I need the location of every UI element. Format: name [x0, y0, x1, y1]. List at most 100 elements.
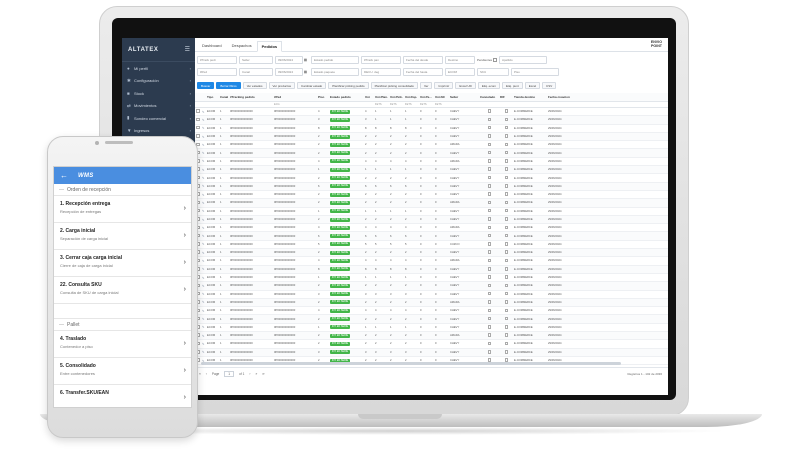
- table-row[interactable]: ✎ ECOM 1 0P0000000000000 0P000000000000 2 INT.…: [195, 191, 668, 200]
- table-row[interactable]: ✎ ECOM 1 0P0000000000000 0P000000000000 3 INT.…: [195, 291, 668, 299]
- edit-icon[interactable]: ✎: [202, 325, 205, 329]
- edit-icon[interactable]: ✎: [202, 242, 205, 246]
- action-button[interactable]: Ver productos: [268, 82, 296, 89]
- edit-icon[interactable]: ✎: [202, 284, 205, 288]
- table-row[interactable]: ✎ ECOM 1 0P0000000000000 0P000000000000 6 INT.…: [195, 232, 668, 241]
- action-button[interactable]: Ver estados: [242, 82, 267, 89]
- edit-icon[interactable]: ✎: [202, 218, 205, 222]
- last-page-button[interactable]: »: [255, 372, 257, 376]
- table-row[interactable]: ✎ ECOM 1 0P0000000000000 0P000000000000 2 INT.…: [195, 149, 668, 158]
- edit-icon[interactable]: ✎: [202, 135, 205, 139]
- calendar-icon[interactable]: ▦: [304, 70, 307, 74]
- action-button[interactable]: Planificar picking pedido: [328, 82, 369, 89]
- sidebar-item[interactable]: ■ Stock ›: [122, 87, 195, 100]
- menu-item[interactable]: 4. Traslado Contenedor a piso ›: [54, 331, 191, 358]
- edit-icon[interactable]: ✎: [202, 176, 205, 180]
- filter-input[interactable]: Destino: [445, 55, 475, 64]
- table-row[interactable]: ✎ ECOM 1 0P0000000000000 0P000000000000 2 INT.…: [195, 249, 668, 258]
- table-row[interactable]: ✎ ECOM 1 0P0000000000000 0P000000000000 2 INT.…: [195, 132, 668, 142]
- edit-icon[interactable]: ✎: [202, 267, 205, 271]
- edit-icon[interactable]: ✎: [202, 300, 205, 304]
- column-header[interactable]: Uni: [364, 95, 374, 99]
- filter-input[interactable]: Seller: [239, 55, 273, 64]
- table-row[interactable]: ✎ ECOM 1 0P0000000000000 0P000000000000 4 INT.…: [195, 108, 668, 117]
- action-button[interactable]: Excel: [524, 82, 541, 89]
- table-row[interactable]: ✎ ECOM 1 0P0000000000000 0P000000000000 1 INT.…: [195, 208, 668, 216]
- filter-input[interactable]: SKU: [477, 67, 509, 76]
- action-button[interactable]: Borrar filtros: [216, 82, 241, 89]
- filter-input[interactable]: #Ped: [197, 67, 237, 76]
- column-header[interactable]: Estado pedido: [329, 95, 364, 99]
- column-header[interactable]: Uni.Dsp.: [404, 95, 419, 99]
- edit-icon[interactable]: ✎: [202, 342, 205, 346]
- filter-input[interactable]: Piso: [511, 67, 559, 76]
- column-header[interactable]: Piso: [317, 95, 329, 99]
- table-row[interactable]: ✎ ECOM 1 0P0000000000000 0P000000000000 8 INT.…: [195, 125, 668, 133]
- table-row[interactable]: ✎ ECOM 1 0P0000000000000 0P000000000000 2 INT.…: [195, 141, 668, 150]
- edit-icon[interactable]: ✎: [202, 292, 205, 296]
- edit-icon[interactable]: ✎: [202, 259, 205, 263]
- filter-input[interactable]: DECU. deg: [361, 67, 401, 76]
- tab-pedidos[interactable]: Pedidos: [256, 41, 283, 52]
- table-row[interactable]: ✎ ECOM 1 0P0000000000000 0P000000000000 2 INT.…: [195, 315, 668, 324]
- table-row[interactable]: ✎ ECOM 1 0P0000000000000 0P000000000000 2 INT.…: [195, 298, 668, 308]
- edit-icon[interactable]: ✎: [202, 143, 205, 147]
- edit-icon[interactable]: ✎: [202, 110, 205, 114]
- action-button[interactable]: Imprimir: [434, 82, 454, 89]
- tab-despachos[interactable]: Despachos: [227, 40, 257, 51]
- table-row[interactable]: ✎ ECOM 1 0P0000000000000 0P000000000000 2 INT.…: [195, 215, 668, 225]
- table-row[interactable]: ✎ ECOM 1 0P0000000000000 0P000000000000 2 INT.…: [195, 199, 668, 208]
- action-button[interactable]: Excel UD: [455, 82, 476, 89]
- column-header[interactable]: Fecha creacion: [547, 95, 573, 99]
- sidebar-item[interactable]: ✱ Configuración ›: [122, 75, 195, 88]
- edit-icon[interactable]: ✎: [202, 193, 205, 197]
- next-page-button[interactable]: ›: [249, 372, 250, 376]
- table-row[interactable]: ✎ ECOM 1 0P0000000000000 0P000000000000 2 INT.…: [195, 174, 668, 183]
- edit-icon[interactable]: ✎: [202, 159, 205, 163]
- menu-item[interactable]: 2. Carga inicial Separación de carga inic…: [54, 223, 191, 250]
- table-row[interactable]: ✎ ECOM 1 0P0000000000000 0P000000000000 4 INT.…: [195, 257, 668, 266]
- checkbox-icon[interactable]: [196, 109, 200, 113]
- filter-input[interactable]: Apellido: [499, 55, 548, 64]
- edit-icon[interactable]: ✎: [202, 226, 205, 230]
- sidebar-item[interactable]: ▮ Sondeo comercial ›: [122, 112, 195, 125]
- prev-page-button[interactable]: ‹: [206, 372, 207, 376]
- action-button[interactable]: Etiq. ecom: [477, 82, 501, 89]
- edit-icon[interactable]: ✎: [202, 151, 205, 155]
- column-header[interactable]: #Tracking pedido: [229, 95, 273, 99]
- column-header[interactable]: #Ped: [273, 95, 317, 99]
- table-row[interactable]: ✎ ECOM 1 0P0000000000000 0P000000000000 4 INT.…: [195, 158, 668, 167]
- table-row[interactable]: ✎ ECOM 1 0P0000000000000 0P000000000000 3 INT.…: [195, 348, 668, 357]
- table-row[interactable]: ✎ ECOM 1 0P0000000000000 0P000000000000 1 INT.…: [195, 274, 668, 283]
- filter-input[interactable]: #Track pan: [361, 55, 401, 64]
- column-header[interactable]: Uni.NC: [434, 95, 449, 99]
- action-button[interactable]: Planificar picking consolidado: [370, 82, 418, 89]
- edit-icon[interactable]: ✎: [202, 309, 205, 313]
- back-arrow-icon[interactable]: ←: [60, 171, 68, 180]
- table-row[interactable]: ✎ ECOM 1 0P0000000000000 0P000000000000 8 INT.…: [195, 265, 668, 274]
- hamburger-icon[interactable]: ☰: [185, 46, 190, 53]
- column-header[interactable]: Uni.Pe...: [419, 95, 434, 99]
- edit-icon[interactable]: ✎: [202, 234, 205, 238]
- edit-icon[interactable]: ✎: [202, 184, 205, 188]
- edit-icon[interactable]: ✎: [202, 317, 205, 321]
- edit-icon[interactable]: ✎: [202, 201, 205, 205]
- column-header[interactable]: Tienda destino: [513, 95, 547, 99]
- filter-input[interactable]: ECOM: [445, 67, 475, 76]
- menu-item[interactable]: 22. Consulta SKU Consulta de SKU de carga…: [54, 277, 191, 304]
- table-row[interactable]: ✎ ECOM 1 0P0000000000000 0P000000000000 4 INT.…: [195, 307, 668, 316]
- refresh-icon[interactable]: ⟳: [262, 372, 265, 376]
- column-header[interactable]: Seller: [449, 95, 479, 99]
- pending-checkbox[interactable]: Pendientes: [477, 57, 498, 62]
- table-row[interactable]: ✎ ECOM 1 0P0000000000000 0P000000000000 5 INT.…: [195, 241, 668, 250]
- checkbox-icon[interactable]: [196, 134, 200, 138]
- filter-input[interactable]: #Track pedi: [197, 55, 237, 64]
- filter-input[interactable]: Canal: [239, 67, 273, 76]
- sidebar-item[interactable]: ⇄ Movimientos ›: [122, 100, 195, 113]
- edit-icon[interactable]: ✎: [202, 276, 205, 280]
- menu-item[interactable]: 3. Cerrar caja carga inicial Cierre de ca…: [54, 250, 191, 277]
- edit-icon[interactable]: ✎: [202, 209, 205, 213]
- table-row[interactable]: ✎ ECOM 1 0P0000000000000 0P000000000000 1 INT.…: [195, 324, 668, 333]
- filter-input[interactable]: 09/06/2024 ▦: [275, 55, 307, 64]
- checkbox-icon[interactable]: [196, 117, 200, 122]
